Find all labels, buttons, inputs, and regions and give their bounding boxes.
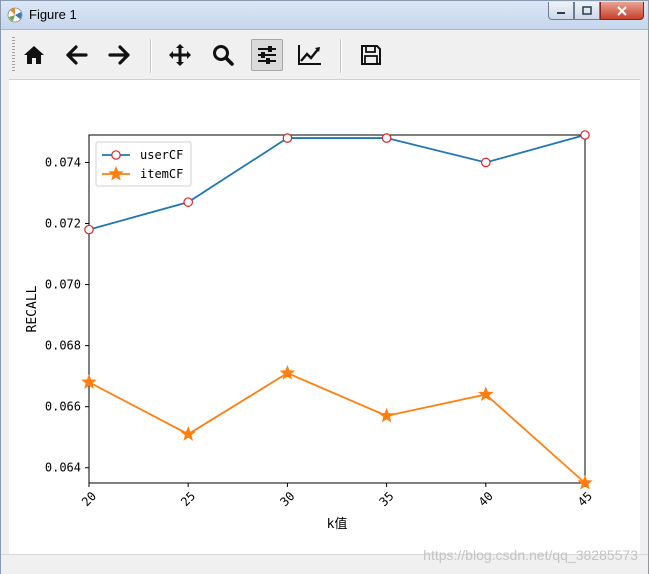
x-tick-label: 25 <box>178 489 198 509</box>
window-controls <box>548 2 644 22</box>
window-title: Figure 1 <box>29 7 77 22</box>
arrow-left-icon <box>66 45 88 65</box>
move-icon <box>169 44 191 66</box>
magnifier-icon <box>213 45 234 66</box>
data-point-userCF <box>282 133 293 143</box>
y-tick-label: 0.072 <box>45 217 81 231</box>
chart-legend: userCF itemCF <box>95 141 192 187</box>
watermark-text: https://blog.csdn.net/qq_38285573 <box>423 547 638 563</box>
y-tick-label: 0.064 <box>45 461 81 475</box>
legend-label-userCF: userCF <box>140 148 183 162</box>
close-icon <box>617 5 627 16</box>
y-tick-label: 0.066 <box>45 400 81 414</box>
sliders-icon <box>258 46 276 64</box>
pan-button[interactable] <box>164 39 196 71</box>
x-tick-label: 20 <box>79 489 99 509</box>
y-tick-label: 0.070 <box>45 278 81 292</box>
matplotlib-app-icon <box>7 7 23 23</box>
data-point-userCF <box>183 197 193 207</box>
navigation-toolbar <box>9 33 640 77</box>
line-chart[interactable]: 0.064 0.066 0.068 0.070 0.072 0.074 20 25 30 35 4… <box>9 80 640 554</box>
toolbar-grip[interactable] <box>12 37 15 73</box>
save-button[interactable] <box>355 39 387 71</box>
title-bar[interactable]: Figure 1 <box>1 1 648 30</box>
x-axis-label: k值 <box>327 516 348 532</box>
legend-marker-userCF <box>111 150 121 160</box>
data-point-userCF <box>84 224 94 235</box>
edit-axis-button[interactable] <box>294 39 326 71</box>
close-button[interactable] <box>600 2 644 20</box>
maximize-icon <box>582 6 592 15</box>
legend-label-itemCF: itemCF <box>140 167 183 181</box>
x-tick-label: 45 <box>575 489 595 509</box>
minimize-icon <box>557 11 565 14</box>
y-tick-label: 0.068 <box>45 339 81 353</box>
plot-area <box>88 134 586 484</box>
home-icon <box>24 46 44 64</box>
zoom-button[interactable] <box>207 39 239 71</box>
x-tick-label: 30 <box>277 489 297 509</box>
x-tick-label: 40 <box>476 489 496 509</box>
toolbar-separator <box>340 39 341 73</box>
y-axis-label: RECALL <box>25 285 40 332</box>
arrow-right-icon <box>108 45 130 65</box>
line-chart-icon <box>298 45 321 65</box>
maximize-button[interactable] <box>574 2 600 20</box>
data-point-userCF <box>580 130 590 140</box>
data-point-userCF <box>381 133 392 143</box>
home-button[interactable] <box>18 39 50 71</box>
data-point-userCF <box>480 157 491 168</box>
back-button[interactable] <box>61 39 93 71</box>
floppy-disk-icon <box>361 45 381 65</box>
minimize-button[interactable] <box>548 2 574 20</box>
figure-canvas[interactable]: 0.064 0.066 0.068 0.070 0.072 0.074 20 25 30 35 4… <box>9 79 640 554</box>
figure-window: Figure 1 0.064 0.066 0.068 0.070 0.072 0… <box>0 0 649 574</box>
x-tick-label: 35 <box>377 489 397 509</box>
toolbar-separator <box>150 39 151 73</box>
y-tick-label: 0.074 <box>45 155 81 169</box>
forward-button[interactable] <box>103 39 135 71</box>
subplots-button[interactable] <box>251 39 283 71</box>
